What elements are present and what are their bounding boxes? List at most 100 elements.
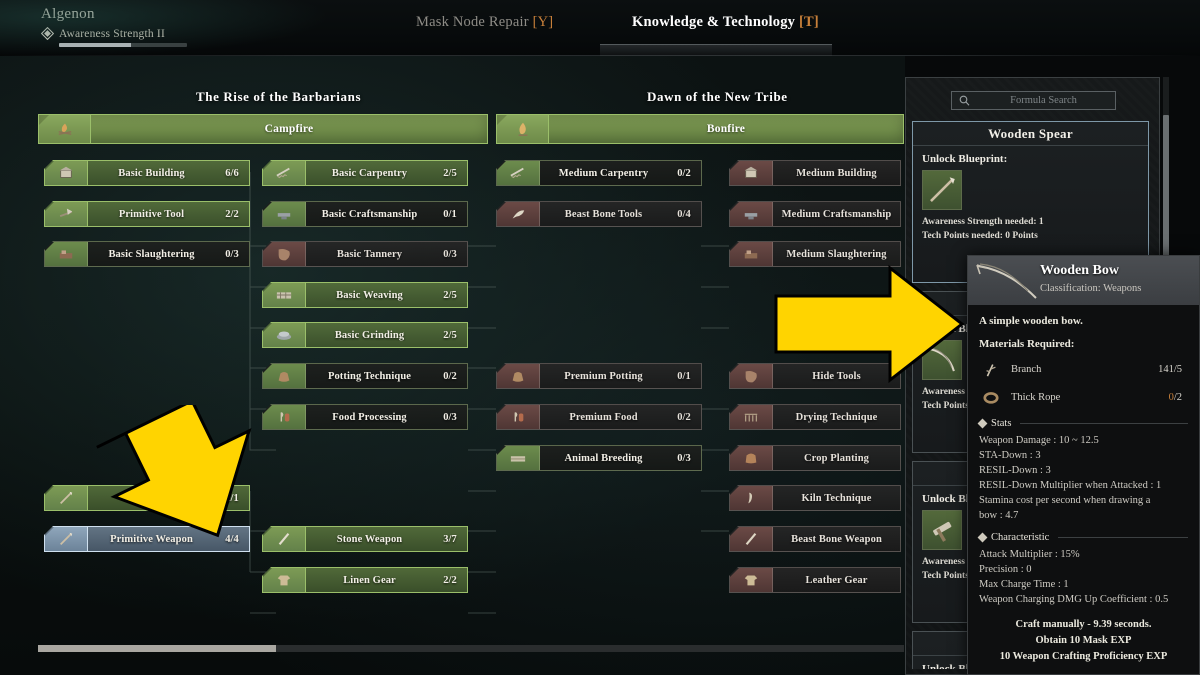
- tooltip-footer: Craft manually - 9.39 seconds. Obtain 10 …: [979, 617, 1188, 664]
- tech-node-count: 0/2: [677, 411, 691, 423]
- tech-node-premium-potting[interactable]: Premium Potting 0/1: [496, 363, 702, 389]
- pottery-icon: [497, 364, 540, 388]
- tab-mask-node-repair[interactable]: Mask Node Repair [Y]: [416, 14, 553, 31]
- tooltip-footer-line: Craft manually - 9.39 seconds.: [1015, 619, 1152, 631]
- grind-icon: [263, 323, 306, 347]
- tech-node-label: Hide Tools: [812, 370, 861, 382]
- tech-tree-board[interactable]: The Rise of the Barbarians Dawn of the N…: [0, 56, 905, 675]
- shirt-icon: [730, 568, 773, 592]
- tooltip-header: Wooden Bow Classification: Weapons: [968, 256, 1199, 305]
- group-header-label: Bonfire: [706, 123, 746, 135]
- characteristic-line: Max Charge Time : 1: [979, 579, 1069, 591]
- section-title-dawn-of-new-tribe: Dawn of the New Tribe: [647, 89, 788, 104]
- tab-label: Knowledge & Technology: [632, 14, 796, 30]
- material-have: 141: [1158, 363, 1174, 375]
- tech-node-food-processing[interactable]: Food Processing 0/3: [262, 404, 468, 430]
- group-header-bonfire[interactable]: Bonfire: [496, 114, 904, 144]
- tech-node-label: Animal Breeding: [564, 452, 643, 464]
- tab-hotkey: [T]: [798, 14, 819, 30]
- stat-line: RESIL-Down : 3: [979, 464, 1051, 476]
- stat-line: RESIL-Down Multiplier when Attacked : 1: [979, 479, 1162, 491]
- food-icon: [263, 405, 306, 429]
- stoneblade-icon: [263, 527, 306, 551]
- horizontal-scroll-thumb[interactable]: [38, 645, 276, 652]
- tech-node-basic-tannery[interactable]: Basic Tannery 0/3: [262, 241, 468, 267]
- tech-node-basic-weaving[interactable]: Basic Weaving 2/5: [262, 282, 468, 308]
- tech-node-hide-tools[interactable]: Hide Tools: [729, 363, 901, 389]
- tech-node-stone-weapon[interactable]: Stone Weapon 3/7: [262, 526, 468, 552]
- tech-node-label: Medium Slaughtering: [786, 248, 887, 260]
- characteristic-line: Precision : 0: [979, 564, 1032, 576]
- tech-node-linen-gear[interactable]: Linen Gear 2/2: [262, 567, 468, 593]
- tech-node-label: Linen Gear: [343, 574, 396, 586]
- tech-node-medium-slaughtering[interactable]: Medium Slaughtering: [729, 241, 901, 267]
- stats-header-label: Stats: [991, 418, 1012, 429]
- tech-node-medium-building[interactable]: Medium Building: [729, 160, 901, 186]
- campfire-icon: [39, 115, 91, 143]
- tab-label: Mask Node Repair: [416, 14, 529, 30]
- kiln-icon: [730, 486, 773, 510]
- tech-node-basic-grinding[interactable]: Basic Grinding 2/5: [262, 322, 468, 348]
- tooltip-body: A simple wooden bow. Materials Required:…: [968, 305, 1199, 664]
- tech-node-label: Basic Carpentry: [331, 167, 408, 179]
- tech-node-count: 4/4: [225, 533, 239, 545]
- tech-node-basic-craftsmanship[interactable]: Basic Craftsmanship 0/1: [262, 201, 468, 227]
- tech-node-animal-breeding[interactable]: Animal Breeding 0/3: [496, 445, 702, 471]
- tech-node-making[interactable]: Making 1/1: [44, 485, 250, 511]
- tech-node-basic-slaughtering[interactable]: Basic Slaughtering 0/3: [44, 241, 250, 267]
- card-body: Unlock Blueprint: Awareness Strength need…: [913, 146, 1148, 252]
- building-icon: [45, 161, 88, 185]
- bow-art-icon: [976, 263, 1037, 299]
- hammer-thumb-icon[interactable]: [922, 510, 962, 550]
- stat-line: Weapon Damage : 10 ~ 12.5: [979, 435, 1099, 446]
- tech-node-label: Primitive Tool: [118, 208, 185, 220]
- tech-node-crop-planting[interactable]: Crop Planting: [729, 445, 901, 471]
- tech-node-primitive-weapon[interactable]: Primitive Weapon 4/4: [44, 526, 250, 552]
- tech-node-beast-bone-tools[interactable]: Beast Bone Tools 0/4: [496, 201, 702, 227]
- tech-node-count: 0/2: [443, 370, 457, 382]
- tech-node-count: 0/3: [225, 248, 239, 260]
- spear-thumb-icon[interactable]: [922, 170, 962, 210]
- search-input[interactable]: [972, 95, 1115, 106]
- rope-icon: [979, 386, 1003, 408]
- tech-node-medium-carpentry[interactable]: Medium Carpentry 0/2: [496, 160, 702, 186]
- search-box[interactable]: [951, 91, 1116, 110]
- tech-node-basic-carpentry[interactable]: Basic Carpentry 2/5: [262, 160, 468, 186]
- crop-icon: [730, 446, 773, 470]
- tech-node-count: 2/5: [443, 329, 457, 341]
- stat-line: Stamina cost per second when drawing a: [979, 494, 1151, 506]
- tech-node-label: Food Processing: [332, 411, 407, 423]
- diamond-bullet-icon: [977, 532, 988, 543]
- characteristic-section-header: Characteristic: [977, 532, 1188, 544]
- search-icon: [956, 95, 972, 106]
- bonepick-icon: [497, 202, 540, 226]
- tech-node-kiln-technique[interactable]: Kiln Technique: [729, 485, 901, 511]
- shirt-icon: [263, 568, 306, 592]
- tech-node-label: Beast Bone Tools: [564, 208, 643, 220]
- tech-node-label: Leather Gear: [805, 574, 868, 586]
- tech-node-primitive-tool[interactable]: Primitive Tool 2/2: [44, 201, 250, 227]
- tech-node-count: 3/7: [443, 533, 457, 545]
- tech-node-medium-craftsmanship[interactable]: Medium Craftsmanship: [729, 201, 901, 227]
- tech-node-basic-building[interactable]: Basic Building 6/6: [44, 160, 250, 186]
- tech-node-premium-food[interactable]: Premium Food 0/2: [496, 404, 702, 430]
- anvil-icon: [730, 202, 773, 226]
- tech-node-label: Basic Tannery: [336, 248, 403, 260]
- tech-node-leather-gear[interactable]: Leather Gear: [729, 567, 901, 593]
- dry-icon: [730, 405, 773, 429]
- item-tooltip: Wooden Bow Classification: Weapons A sim…: [967, 255, 1200, 675]
- divider: [1058, 537, 1188, 539]
- tech-node-potting-technique[interactable]: Potting Technique 0/2: [262, 363, 468, 389]
- tech-node-count: 2/5: [443, 167, 457, 179]
- tech-node-beast-bone-weapon[interactable]: Beast Bone Weapon: [729, 526, 901, 552]
- tech-node-count: 2/2: [225, 208, 239, 220]
- tech-node-label: Medium Carpentry: [558, 167, 649, 179]
- group-header-campfire[interactable]: Campfire: [38, 114, 488, 144]
- tab-knowledge-technology[interactable]: Knowledge & Technology [T]: [632, 14, 819, 31]
- bow-thumb-icon[interactable]: [922, 340, 962, 380]
- materials-list: Branch 141/5 Thick Rope 0/2: [979, 357, 1188, 409]
- tech-node-count: 0/3: [677, 452, 691, 464]
- tech-node-drying-technique[interactable]: Drying Technique: [729, 404, 901, 430]
- characteristic-header-label: Characteristic: [991, 532, 1050, 544]
- material-name: Branch: [1011, 363, 1042, 375]
